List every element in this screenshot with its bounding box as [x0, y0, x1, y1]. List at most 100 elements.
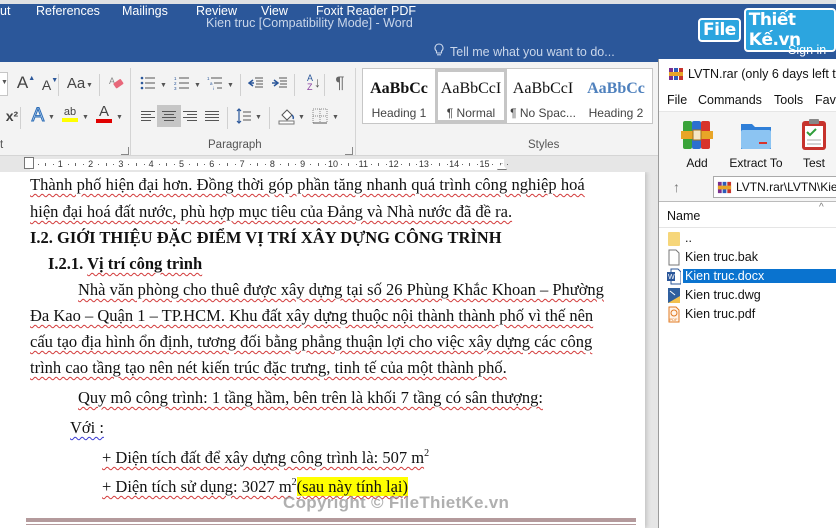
- divider: [20, 107, 21, 129]
- decrease-indent-button[interactable]: [244, 72, 268, 94]
- document-page[interactable]: Thành phố hiện đại hơn. Đồng thời góp ph…: [0, 172, 645, 528]
- font-color-caret-icon[interactable]: ▼: [116, 114, 123, 121]
- line-spacing-button[interactable]: [232, 105, 256, 127]
- ruler-dot: [310, 164, 312, 165]
- multilevel-list-button[interactable]: 1ai: [203, 72, 227, 94]
- style-normal[interactable]: AaBbCcI ¶ Normal: [435, 69, 507, 123]
- tab-references[interactable]: References: [36, 4, 100, 18]
- address-field[interactable]: LVTN.rar\LVTN\Kien truc: [713, 176, 836, 198]
- bullets-caret-icon[interactable]: ▼: [160, 82, 167, 89]
- borders-caret-icon[interactable]: ▼: [332, 114, 339, 121]
- file-row-bak[interactable]: Kien truc.bak: [659, 248, 836, 267]
- window-title: Kien truc [Compatibility Mode] - Word: [206, 16, 413, 30]
- ruler-number: 3: [118, 159, 124, 169]
- highlight-caret-icon[interactable]: ▼: [82, 114, 89, 121]
- divider: [294, 74, 295, 96]
- body-line: cấu tạo địa hình ổn định, tương đối bằng…: [30, 332, 593, 351]
- sign-in-link[interactable]: Sign in: [788, 43, 826, 57]
- test-button[interactable]: Test: [789, 116, 836, 172]
- multilevel-caret-icon[interactable]: ▼: [227, 82, 234, 89]
- ruler-tick: [287, 163, 289, 166]
- divider: [240, 74, 241, 96]
- winrar-app-icon: [669, 68, 683, 80]
- ruler-scale: 1 2 3 4 5 6 7 8 9 10 11 12 13 14 15: [30, 159, 509, 170]
- ruler-tick: [439, 163, 441, 166]
- file-row-pdf[interactable]: PDF Kien truc.pdf: [659, 305, 836, 324]
- ruler-number: 1: [57, 159, 63, 169]
- column-header-name[interactable]: Name ^: [659, 202, 836, 228]
- justify-button[interactable]: [200, 105, 224, 127]
- ruler-dot: [37, 164, 39, 165]
- file-row-dwg[interactable]: Kien truc.dwg: [659, 286, 836, 305]
- ruler-dot: [476, 164, 478, 165]
- tab-review[interactable]: Review: [196, 4, 237, 18]
- style-name: Heading 2: [588, 106, 644, 120]
- body-line: Quy mô công trình: 1 tầng hầm, bên trên …: [78, 388, 543, 407]
- increase-indent-button[interactable]: [268, 72, 292, 94]
- paint-bucket-icon: [278, 109, 295, 125]
- menu-file[interactable]: File: [667, 93, 687, 107]
- font-size-caret-icon[interactable]: ▼: [1, 79, 8, 86]
- extract-to-button[interactable]: Extract To: [729, 116, 783, 172]
- style-heading-1[interactable]: AaBbCc Heading 1: [363, 69, 435, 123]
- extract-folder-icon: [741, 124, 771, 149]
- svg-text:3: 3: [174, 86, 177, 90]
- show-formatting-marks-button[interactable]: ¶: [328, 72, 352, 94]
- ruler-dot: [204, 164, 206, 165]
- menu-commands[interactable]: Commands: [698, 93, 762, 107]
- highlighter-icon: ab: [63, 105, 77, 118]
- winrar-titlebar[interactable]: LVTN.rar (only 6 days left to buy: [659, 59, 836, 89]
- paragraph-dialog-launcher-icon[interactable]: [345, 147, 353, 155]
- text-effects-button[interactable]: A: [26, 105, 50, 127]
- file-row-docx[interactable]: W Kien truc.docx: [659, 267, 836, 286]
- up-arrow-icon[interactable]: ↑: [673, 179, 680, 195]
- bullets-button[interactable]: [136, 72, 160, 94]
- font-color-button[interactable]: A: [92, 102, 116, 124]
- menu-tools[interactable]: Tools: [774, 93, 803, 107]
- tell-me-search[interactable]: Tell me what you want to do...: [434, 43, 615, 59]
- text-effects-caret-icon[interactable]: ▼: [48, 114, 55, 121]
- align-right-button[interactable]: [178, 105, 202, 127]
- clear-formatting-button[interactable]: A: [104, 72, 128, 94]
- style-name: Heading 1: [371, 106, 427, 120]
- highlight-swatch: [62, 117, 78, 122]
- tab-view[interactable]: View: [261, 4, 288, 18]
- add-button[interactable]: Add: [672, 116, 722, 172]
- change-case-button[interactable]: Aa: [64, 72, 88, 94]
- shading-caret-icon[interactable]: ▼: [298, 114, 305, 121]
- tab-layout[interactable]: ut: [0, 4, 10, 18]
- numbering-caret-icon[interactable]: ▼: [194, 82, 201, 89]
- ruler-number: 11: [358, 159, 368, 169]
- highlight-color-button[interactable]: ab: [58, 103, 82, 125]
- folder-icon: [668, 232, 680, 246]
- align-right-icon: [183, 111, 197, 121]
- test-label: Test: [802, 156, 825, 170]
- copyright-watermark: Copyright © FileThietKe.vn: [283, 493, 510, 512]
- menu-favorites[interactable]: Favorites: [815, 93, 836, 107]
- numbering-button[interactable]: 123: [170, 72, 194, 94]
- ruler-tick: [226, 163, 228, 166]
- tab-foxit-reader-pdf[interactable]: Foxit Reader PDF: [316, 4, 416, 18]
- style-no-spacing[interactable]: AaBbCcI ¶ No Spac...: [507, 69, 579, 123]
- font-dialog-launcher-icon[interactable]: [121, 147, 129, 155]
- divider: [227, 107, 228, 129]
- file-name: Kien truc.docx: [683, 269, 836, 283]
- shading-button[interactable]: [275, 105, 299, 127]
- pilcrow-icon: ¶: [335, 73, 345, 92]
- line-spacing-caret-icon[interactable]: ▼: [255, 114, 262, 121]
- file-row-parent[interactable]: ..: [659, 229, 836, 248]
- line-spacing-icon: [236, 108, 251, 124]
- heading-section-1-2: I.2. GIỚI THIỆU ĐẶC ĐIỂM VỊ TRÍ XÂY DỰNG…: [30, 228, 502, 247]
- style-heading-2[interactable]: AaBbCc Heading 2: [579, 69, 653, 123]
- ruler-number: 7: [239, 159, 245, 169]
- change-case-caret-icon[interactable]: ▼: [86, 82, 93, 89]
- ruler-tick: [469, 163, 471, 166]
- tell-me-placeholder: Tell me what you want to do...: [450, 45, 615, 59]
- numbering-icon: 123: [174, 76, 189, 90]
- horizontal-ruler[interactable]: 1 2 3 4 5 6 7 8 9 10 11 12 13 14 15: [0, 156, 660, 172]
- tab-mailings[interactable]: Mailings: [122, 4, 168, 18]
- left-indent-marker[interactable]: [24, 157, 34, 169]
- heading-number: I.2.1.: [48, 254, 84, 273]
- borders-button[interactable]: [308, 105, 332, 127]
- grow-font-button[interactable]: A ▲: [14, 72, 38, 94]
